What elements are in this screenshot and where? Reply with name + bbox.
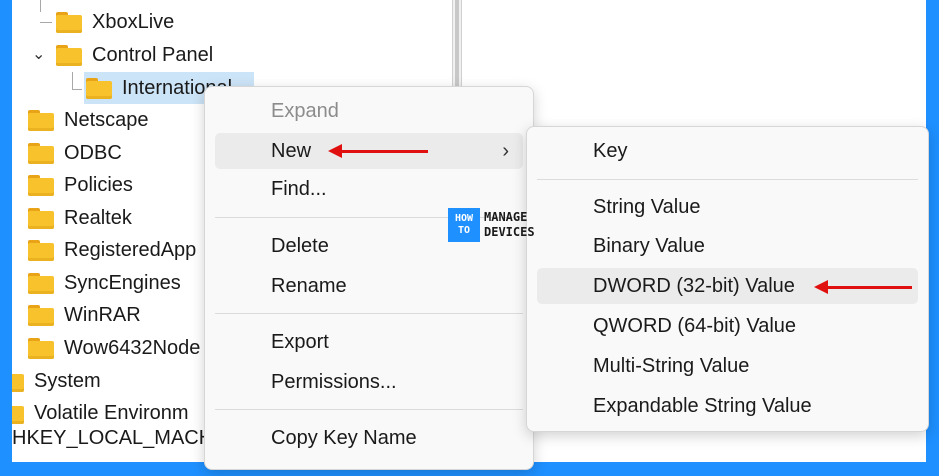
menu-item-label: New: [271, 139, 312, 162]
tree-item-realtek[interactable]: › Realtek: [12, 202, 132, 234]
logo-text: HOW: [454, 213, 474, 224]
folder-icon: [28, 239, 54, 261]
scrollbar-thumb[interactable]: [455, 0, 459, 100]
folder-icon: [12, 371, 24, 392]
folder-icon: [12, 403, 24, 424]
menu-item-label: Find...: [271, 177, 327, 200]
menu-item-label: Rename: [271, 274, 347, 297]
menu-item-label: Copy Key Name: [271, 426, 417, 449]
menu-item-label: DWORD (32-bit) Value: [593, 274, 795, 297]
red-arrow-icon: [814, 280, 912, 294]
folder-icon: [28, 109, 54, 131]
menu-item-rename[interactable]: Rename: [215, 268, 523, 304]
chevron-down-icon[interactable]: ⌄: [32, 44, 45, 64]
menu-item-label: Export: [271, 330, 329, 353]
tree-guide-line: [72, 72, 73, 90]
menu-item-label: String Value: [593, 195, 701, 218]
tree-item-winrar[interactable]: › WinRAR: [12, 299, 141, 331]
tree-guide-line: [40, 0, 41, 12]
tree-item-registeredapp[interactable]: › RegisteredApp: [12, 234, 196, 266]
folder-icon: [28, 142, 54, 164]
tree-item-hkey-local-machine[interactable]: HKEY_LOCAL_MACH: [12, 422, 213, 454]
submenu-item-string-value[interactable]: String Value: [537, 189, 918, 225]
menu-separator: [215, 409, 523, 410]
tree-item-label: Netscape: [64, 108, 149, 131]
submenu-item-multi-string-value[interactable]: Multi-String Value: [537, 348, 918, 384]
menu-item-label: Expandable String Value: [593, 394, 812, 417]
tree-item-syncengines[interactable]: › SyncEngines: [12, 267, 181, 299]
logo-badge: HOW TO: [448, 208, 480, 242]
folder-icon: [28, 337, 54, 359]
logo-text: MANAGE: [484, 210, 528, 224]
folder-icon: [56, 11, 82, 33]
folder-icon: [56, 44, 82, 66]
menu-item-label: Expand: [271, 99, 339, 122]
tree-guide-line: [72, 89, 82, 90]
menu-item-permissions[interactable]: Permissions...: [215, 364, 523, 400]
tree-item-control-panel[interactable]: Control Panel: [56, 39, 213, 71]
tree-guide-line: [40, 22, 52, 23]
tree-item-label: Policies: [64, 173, 133, 196]
logo-text: DEVICES: [484, 225, 535, 239]
chevron-right-icon: ›: [502, 139, 509, 162]
menu-item-export[interactable]: Export: [215, 324, 523, 360]
context-menu: Expand New › Find... Delete Rename Expor…: [204, 86, 534, 470]
tree-item-netscape[interactable]: › Netscape: [12, 104, 149, 136]
tree-item-label: XboxLive: [92, 10, 175, 33]
submenu-item-binary-value[interactable]: Binary Value: [537, 228, 918, 264]
menu-item-label: Binary Value: [593, 234, 705, 257]
tree-item-label: System: [34, 369, 101, 392]
menu-item-label: QWORD (64-bit) Value: [593, 314, 797, 337]
folder-icon: [28, 207, 54, 229]
logo-text: TO: [457, 225, 471, 236]
tree-item-xboxlive[interactable]: XboxLive: [56, 6, 174, 38]
submenu-item-key[interactable]: Key: [537, 133, 918, 169]
logo-wordmark: MANAGE DEVICES: [484, 210, 535, 240]
tree-item-label: HKEY_LOCAL_MACH: [12, 426, 214, 449]
menu-item-label: Multi-String Value: [593, 354, 750, 377]
folder-icon: [28, 304, 54, 326]
tree-item-label: WinRAR: [64, 303, 141, 326]
tree-item-wow6432node[interactable]: › Wow6432Node: [12, 332, 200, 364]
menu-item-label: Key: [593, 139, 628, 162]
tree-item-label: Control Panel: [92, 43, 214, 66]
menu-separator: [537, 179, 918, 180]
menu-item-find[interactable]: Find...: [215, 171, 523, 207]
submenu-item-qword-value[interactable]: QWORD (64-bit) Value: [537, 308, 918, 344]
submenu-item-expandable-string-value[interactable]: Expandable String Value: [537, 388, 918, 424]
tree-item-odbc[interactable]: › ODBC: [12, 137, 122, 169]
new-submenu: Key String Value Binary Value DWORD (32-…: [526, 126, 929, 432]
menu-item-expand[interactable]: Expand: [215, 93, 523, 129]
folder-icon: [86, 77, 112, 99]
folder-icon: [28, 174, 54, 196]
tree-item-system[interactable]: System: [12, 365, 101, 397]
tree-item-label: Realtek: [64, 206, 132, 229]
menu-item-copy-key-name[interactable]: Copy Key Name: [215, 420, 523, 456]
folder-icon: [28, 272, 54, 294]
how-to-manage-devices-logo: HOW TO MANAGE DEVICES: [448, 206, 554, 244]
tree-item-label: RegisteredApp: [64, 238, 197, 261]
menu-item-label: Delete: [271, 234, 329, 257]
tree-item-label: ODBC: [64, 141, 122, 164]
tree-item-policies[interactable]: › Policies: [12, 169, 133, 201]
tree-item-label: SyncEngines: [64, 271, 181, 294]
red-arrow-icon: [328, 144, 428, 158]
tree-item-label: Wow6432Node: [64, 336, 201, 359]
menu-separator: [215, 313, 523, 314]
menu-item-label: Permissions...: [271, 370, 397, 393]
